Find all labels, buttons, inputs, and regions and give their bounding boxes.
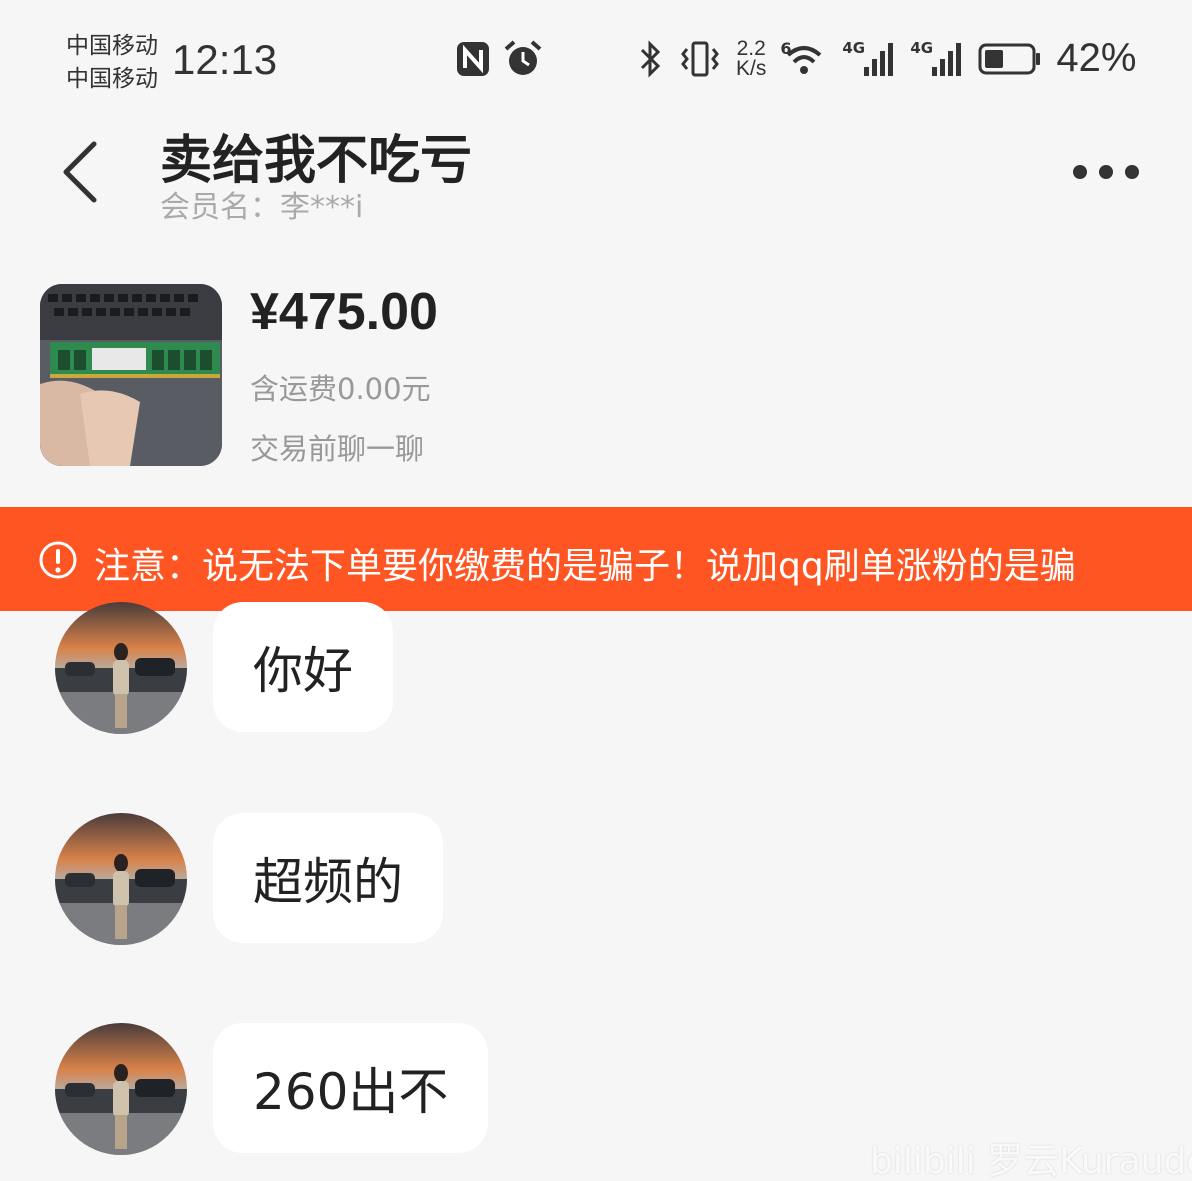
battery-percent: 42%	[1056, 36, 1137, 80]
message-bubble[interactable]: 你好	[213, 602, 393, 732]
status-icons-middle	[455, 40, 543, 78]
avatar-photo	[55, 1023, 187, 1155]
network-speed-unit: K/s	[736, 56, 767, 80]
clock: 12:13	[172, 36, 278, 83]
status-icons-right: 2.2 K/s 6 4G 4G 42%	[636, 36, 1136, 81]
carrier-labels: 中国移动 中国移动	[66, 30, 158, 96]
signal-icon	[932, 42, 962, 76]
member-name: 会员名：李***i	[160, 190, 364, 225]
avatar-photo	[55, 602, 187, 734]
product-photo	[40, 284, 222, 466]
chat-tip: 交易前聊一聊	[250, 432, 425, 466]
chat-message: 你好	[0, 602, 1192, 737]
shipping-fee: 含运费0.00元	[250, 372, 431, 406]
wifi-icon	[787, 45, 822, 74]
chat-message: 超频的	[0, 813, 1192, 948]
avatar[interactable]	[55, 1023, 187, 1155]
product-price: ¥475.00	[250, 283, 438, 341]
wifi-indicator: 6	[780, 39, 828, 79]
message-bubble[interactable]: 超频的	[213, 813, 443, 943]
signal-icon	[864, 42, 894, 76]
more-dots-icon[interactable]	[1068, 160, 1144, 184]
watermark: bilibili 罗云Kuraudo	[870, 1141, 1192, 1181]
avatar[interactable]	[55, 813, 187, 945]
back-arrow-icon[interactable]	[58, 140, 102, 204]
carrier-2: 中国移动	[66, 66, 158, 92]
carrier-1: 中国移动	[66, 33, 158, 59]
network-speed-value: 2.2	[736, 36, 766, 60]
signal-indicator-1: 4G	[842, 39, 896, 79]
status-bar: 中国移动 中国移动 12:13 2.2 K/s 6 4G 4G 42%	[0, 0, 1192, 110]
bluetooth-icon	[640, 39, 661, 78]
warning-icon	[39, 541, 77, 579]
network-speed: 2.2 K/s	[736, 36, 767, 80]
signal-indicator-2: 4G	[910, 39, 964, 79]
vibrate-icon	[681, 41, 719, 76]
avatar[interactable]	[55, 602, 187, 734]
product-thumbnail[interactable]	[40, 284, 222, 466]
warning-banner[interactable]: 注意：说无法下单要你缴费的是骗子！说加qq刷单涨粉的是骗	[0, 507, 1192, 611]
nfc-icon	[457, 42, 489, 76]
battery-icon	[978, 43, 1041, 74]
avatar-photo	[55, 813, 187, 945]
alarm-icon	[504, 40, 542, 75]
warning-text: 注意：说无法下单要你缴费的是骗子！说加qq刷单涨粉的是骗	[94, 546, 1076, 587]
message-bubble[interactable]: 260出不	[213, 1023, 489, 1153]
